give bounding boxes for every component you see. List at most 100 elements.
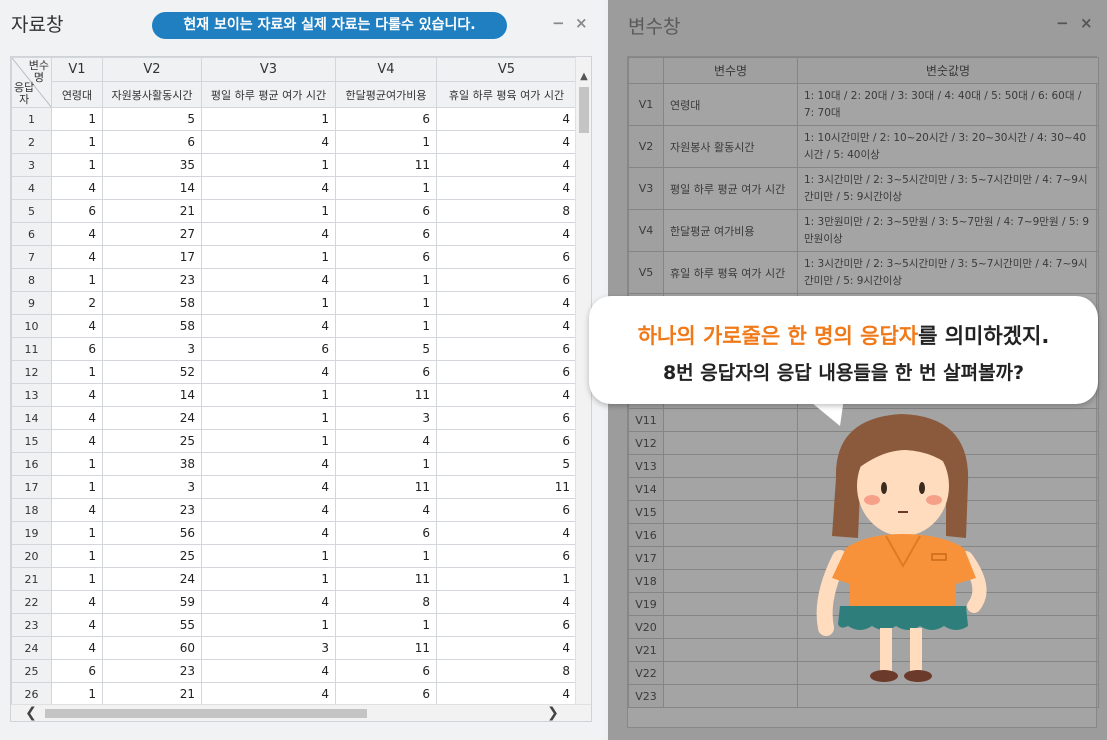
data-cell[interactable]: 4 — [201, 130, 336, 154]
data-cell[interactable]: 6 — [201, 337, 336, 361]
table-row[interactable]: 13 4 14 1 11 4 — [11, 383, 576, 407]
column-id-v2[interactable]: V2 — [102, 57, 202, 83]
data-cell[interactable]: 4 — [51, 613, 103, 637]
data-cell[interactable]: 27 — [102, 222, 202, 246]
data-cell[interactable]: 21 — [102, 199, 202, 223]
column-id-v4[interactable]: V4 — [335, 57, 437, 83]
data-cell[interactable]: 4 — [335, 498, 437, 522]
scroll-up-icon[interactable]: ▲ — [576, 69, 591, 85]
data-cell[interactable]: 3 — [102, 475, 202, 499]
data-cell[interactable]: 25 — [102, 429, 202, 453]
data-cell[interactable]: 25 — [102, 544, 202, 568]
data-cell[interactable]: 5 — [102, 107, 202, 131]
data-cell[interactable]: 1 — [335, 452, 437, 476]
data-cell[interactable]: 21 — [102, 682, 202, 705]
data-cell[interactable]: 14 — [102, 383, 202, 407]
data-cell[interactable]: 4 — [201, 498, 336, 522]
data-cell[interactable]: 52 — [102, 360, 202, 384]
data-cell[interactable]: 58 — [102, 314, 202, 338]
data-cell[interactable]: 1 — [335, 291, 437, 315]
data-cell[interactable]: 6 — [335, 521, 437, 545]
data-cell[interactable]: 4 — [436, 521, 576, 545]
table-row[interactable]: 18 4 23 4 4 6 — [11, 498, 576, 522]
table-row[interactable]: 25 6 23 4 6 8 — [11, 659, 576, 683]
data-cell[interactable]: 1 — [51, 475, 103, 499]
data-cell[interactable]: 1 — [335, 176, 437, 200]
table-row[interactable]: 20 1 25 1 1 6 — [11, 544, 576, 568]
data-cell[interactable]: 11 — [335, 383, 437, 407]
data-cell[interactable]: 4 — [436, 314, 576, 338]
data-cell[interactable]: 6 — [436, 613, 576, 637]
data-cell[interactable]: 35 — [102, 153, 202, 177]
data-cell[interactable]: 4 — [51, 314, 103, 338]
data-cell[interactable]: 6 — [335, 107, 437, 131]
table-row[interactable]: 19 1 56 4 6 4 — [11, 521, 576, 545]
data-cell[interactable]: 1 — [335, 314, 437, 338]
data-cell[interactable]: 1 — [51, 360, 103, 384]
table-row[interactable]: 216414 — [11, 130, 576, 154]
table-row[interactable]: 9 2 58 1 1 4 — [11, 291, 576, 315]
data-cell[interactable]: 1 — [201, 107, 336, 131]
data-cell[interactable]: 1 — [436, 567, 576, 591]
data-cell[interactable]: 23 — [102, 659, 202, 683]
data-cell[interactable]: 6 — [51, 337, 103, 361]
data-cell[interactable]: 1 — [201, 613, 336, 637]
data-cell[interactable]: 4 — [436, 107, 576, 131]
data-cell[interactable]: 8 — [436, 199, 576, 223]
data-cell[interactable]: 1 — [201, 383, 336, 407]
data-cell[interactable]: 4 — [436, 383, 576, 407]
data-cell[interactable]: 6 — [51, 659, 103, 683]
data-cell[interactable]: 17 — [102, 245, 202, 269]
data-cell[interactable]: 1 — [51, 567, 103, 591]
data-cell[interactable]: 1 — [335, 544, 437, 568]
data-cell[interactable]: 1 — [201, 544, 336, 568]
table-row[interactable]: 3 1 35 1 11 4 — [11, 153, 576, 177]
data-cell[interactable]: 6 — [335, 245, 437, 269]
data-cell[interactable]: 6 — [436, 429, 576, 453]
table-row[interactable]: 26 1 21 4 6 4 — [11, 682, 576, 705]
column-id-v1[interactable]: V1 — [51, 57, 103, 83]
data-cell[interactable]: 55 — [102, 613, 202, 637]
data-cell[interactable]: 1 — [51, 268, 103, 292]
table-row[interactable]: 21 1 24 1 11 1 — [11, 567, 576, 591]
data-cell[interactable]: 4 — [51, 176, 103, 200]
table-row[interactable]: 16 1 38 4 1 5 — [11, 452, 576, 476]
data-cell[interactable]: 4 — [201, 314, 336, 338]
data-cell[interactable]: 4 — [51, 383, 103, 407]
data-cell[interactable]: 4 — [335, 429, 437, 453]
data-cell[interactable]: 6 — [436, 360, 576, 384]
data-cell[interactable]: 6 — [436, 245, 576, 269]
data-cell[interactable]: 4 — [201, 590, 336, 614]
data-cell[interactable]: 1 — [201, 291, 336, 315]
data-cell[interactable]: 4 — [51, 429, 103, 453]
data-cell[interactable]: 1 — [335, 268, 437, 292]
data-cell[interactable]: 4 — [51, 636, 103, 660]
column-id-v5[interactable]: V5 — [436, 57, 576, 83]
data-cell[interactable]: 1 — [51, 682, 103, 705]
data-cell[interactable]: 4 — [201, 521, 336, 545]
data-cell[interactable]: 11 — [335, 567, 437, 591]
data-cell[interactable]: 4 — [201, 682, 336, 705]
data-cell[interactable]: 4 — [201, 176, 336, 200]
data-cell[interactable]: 1 — [335, 130, 437, 154]
data-cell[interactable]: 6 — [436, 406, 576, 430]
horizontal-scroll-thumb[interactable] — [45, 709, 367, 718]
data-cell[interactable]: 24 — [102, 567, 202, 591]
table-row[interactable]: 8 1 23 4 1 6 — [11, 268, 576, 292]
data-cell[interactable]: 4 — [201, 475, 336, 499]
data-cell[interactable]: 4 — [436, 176, 576, 200]
scroll-left-icon[interactable]: ❮ — [23, 705, 39, 721]
data-cell[interactable]: 24 — [102, 406, 202, 430]
data-cell[interactable]: 1 — [201, 153, 336, 177]
table-row[interactable]: 7 4 17 1 6 6 — [11, 245, 576, 269]
data-cell[interactable]: 23 — [102, 498, 202, 522]
table-row[interactable]: 17 1 3 4 11 11 — [11, 475, 576, 499]
horizontal-scrollbar[interactable]: ❮ ❯ — [11, 704, 591, 721]
table-row[interactable]: 15 4 25 1 4 6 — [11, 429, 576, 453]
data-cell[interactable]: 6 — [436, 337, 576, 361]
data-cell[interactable]: 23 — [102, 268, 202, 292]
data-cell[interactable]: 6 — [335, 222, 437, 246]
data-cell[interactable]: 6 — [335, 659, 437, 683]
data-cell[interactable]: 6 — [335, 199, 437, 223]
data-cell[interactable]: 1 — [51, 521, 103, 545]
